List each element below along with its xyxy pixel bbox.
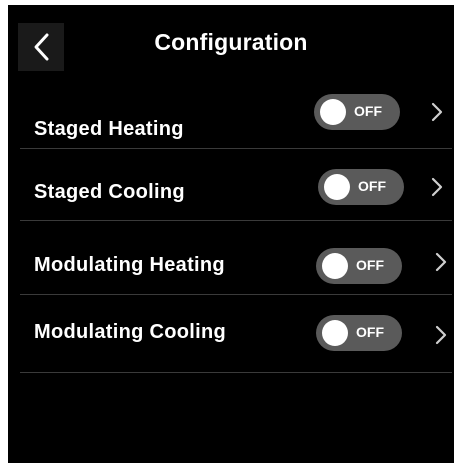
toggle-knob xyxy=(322,253,348,279)
toggle-knob xyxy=(320,99,346,125)
modulating-cooling-toggle[interactable]: OFF xyxy=(316,315,402,351)
staged-heating-toggle[interactable]: OFF xyxy=(314,94,400,130)
setting-label: Modulating Heating xyxy=(34,254,225,276)
page-title: Configuration xyxy=(154,29,308,55)
chevron-right-icon[interactable] xyxy=(430,176,444,198)
header: Configuration xyxy=(8,5,454,83)
setting-row-modulating-heating[interactable]: Modulating Heating OFF xyxy=(20,221,452,295)
configuration-screen: Configuration Staged Heating OFF Staged … xyxy=(8,5,454,463)
setting-label: Staged Cooling xyxy=(34,181,185,203)
toggle-knob xyxy=(322,320,348,346)
setting-label: Staged Heating xyxy=(34,118,184,140)
setting-row-modulating-cooling[interactable]: Modulating Cooling OFF xyxy=(20,295,452,373)
toggle-state: OFF xyxy=(356,257,384,273)
setting-row-staged-heating[interactable]: Staged Heating OFF xyxy=(20,83,452,149)
modulating-heating-toggle[interactable]: OFF xyxy=(316,248,402,284)
staged-cooling-toggle[interactable]: OFF xyxy=(318,169,404,205)
setting-label: Modulating Cooling xyxy=(34,321,227,343)
toggle-state: OFF xyxy=(358,178,386,194)
chevron-right-icon[interactable] xyxy=(430,101,444,123)
toggle-knob xyxy=(324,174,350,200)
setting-row-staged-cooling[interactable]: Staged Cooling OFF xyxy=(20,149,452,221)
divider xyxy=(20,372,452,373)
chevron-right-icon[interactable] xyxy=(434,251,448,273)
chevron-right-icon[interactable] xyxy=(434,324,448,346)
toggle-state: OFF xyxy=(354,103,382,119)
toggle-state: OFF xyxy=(356,324,384,340)
